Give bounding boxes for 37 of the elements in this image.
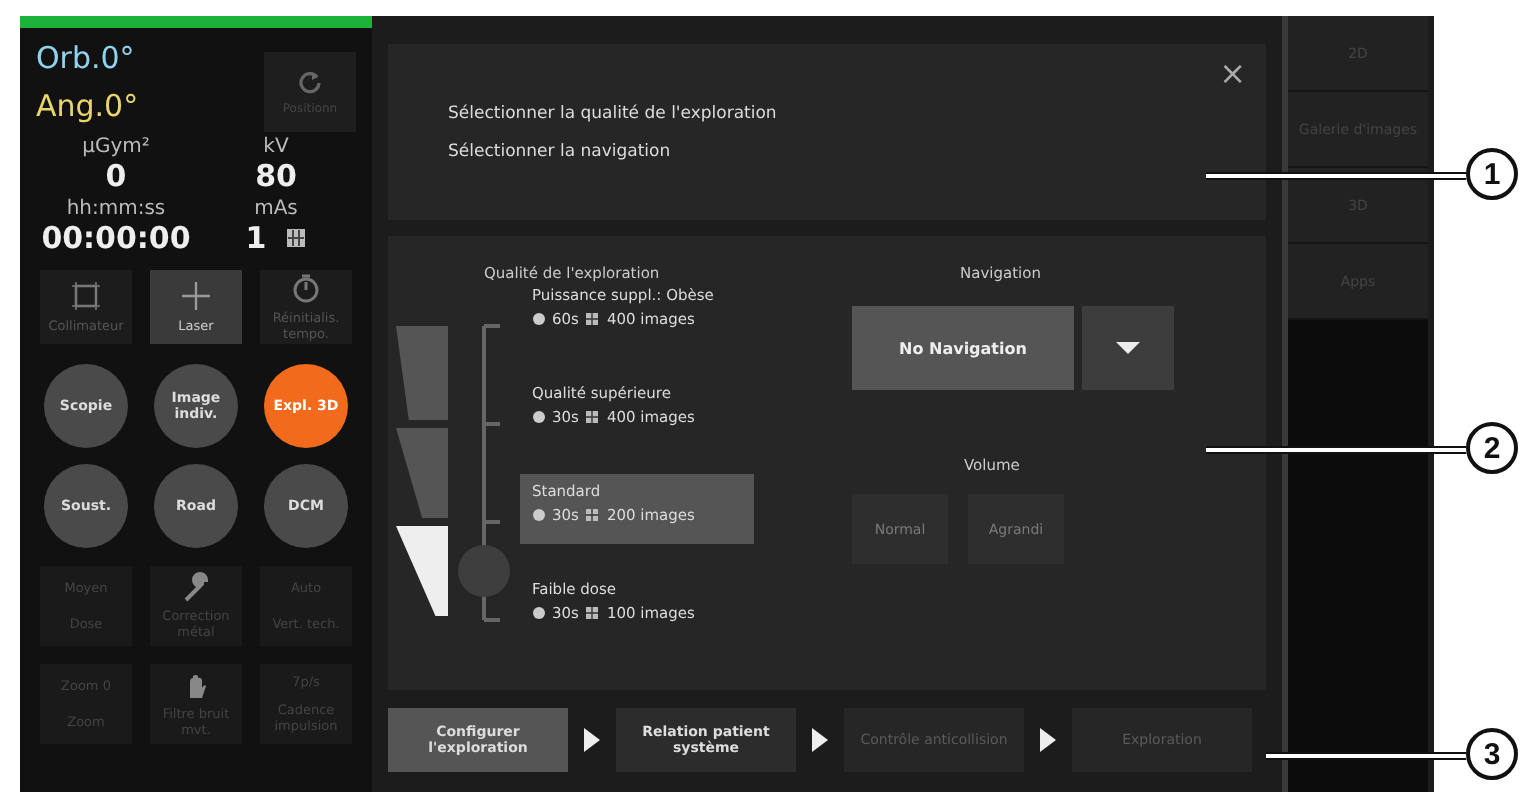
frame-icon: [70, 280, 102, 312]
measure-label: kV: [261, 136, 291, 158]
measure-value: 80: [255, 158, 297, 194]
step-arrow-icon: [812, 727, 828, 751]
timer-icon: [290, 272, 322, 304]
clock-icon: [532, 410, 546, 424]
measure-value: 1: [245, 220, 267, 256]
measure-value: 00:00:00: [41, 220, 191, 256]
instruction-text: Sélectionner la qualité de l'exploration: [448, 104, 779, 124]
rotate-icon: [298, 69, 322, 93]
measure-label: mAs: [252, 198, 300, 220]
crosshair-icon: [180, 280, 212, 312]
step-arrow-icon: [1040, 727, 1056, 751]
orbital-angle: Orb.0°: [36, 40, 137, 76]
callout-number: 1: [1466, 148, 1518, 200]
caret-icon: [1116, 341, 1140, 355]
callout-number: 3: [1466, 728, 1518, 780]
slider-knob[interactable]: [458, 545, 510, 597]
measure-label: µGym²: [80, 136, 152, 158]
instruction-text: Sélectionner la navigation: [448, 142, 673, 162]
step-arrow-icon: [584, 727, 600, 751]
calculator-icon: [286, 228, 307, 248]
image-stack-icon: [584, 410, 601, 424]
wrench-icon: [180, 572, 212, 604]
dropdown-button[interactable]: [1082, 306, 1174, 390]
callout-number: 2: [1466, 422, 1518, 474]
image-stack-icon: [584, 312, 601, 326]
image-stack-icon: [584, 606, 601, 620]
angulation-angle: Ang.0°: [36, 88, 141, 124]
measure-label: hh:mm:ss: [64, 198, 168, 220]
clock-icon: [532, 508, 546, 522]
clock-icon: [532, 312, 546, 326]
close-button[interactable]: ×: [1219, 54, 1246, 92]
image-stack-icon: [584, 508, 601, 522]
clock-icon: [532, 606, 546, 620]
navigation-dropdown[interactable]: No Navigation: [852, 306, 1074, 390]
measure-value: 0: [105, 158, 127, 194]
